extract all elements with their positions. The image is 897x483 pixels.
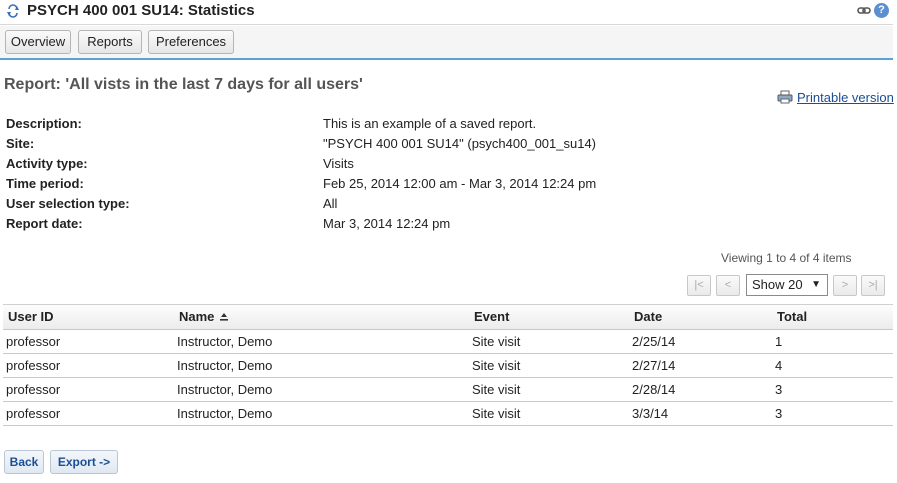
- info-label: Report date:: [6, 216, 83, 231]
- cell-total: 3: [775, 382, 783, 397]
- info-label: User selection type:: [6, 196, 130, 211]
- help-icon[interactable]: ?: [874, 3, 889, 18]
- column-header-name-label: Name: [179, 309, 215, 324]
- cell-user-id: professor: [6, 382, 61, 397]
- tool-title: PSYCH 400 001 SU14: Statistics: [27, 2, 255, 19]
- sort-ascending-icon: [220, 313, 229, 321]
- report-title: Report: 'All vists in the last 7 days fo…: [4, 76, 363, 93]
- printable-version-link[interactable]: Printable version: [777, 90, 894, 105]
- info-row-report-date: Report date: Mar 3, 2014 12:24 pm: [0, 216, 897, 236]
- page-size-value: Show 20: [752, 277, 803, 292]
- cell-date: 2/27/14: [632, 358, 676, 373]
- tool-nav-bar: Overview Reports Preferences: [0, 26, 893, 60]
- table-row: professor Instructor, Demo Site visit 2/…: [3, 354, 893, 378]
- cell-event: Site visit: [472, 382, 521, 397]
- printer-icon: [777, 90, 793, 104]
- info-value: This is an example of a saved report.: [323, 116, 537, 131]
- info-value: All: [323, 196, 338, 211]
- pager-viewing-text: Viewing 1 to 4 of 4 items: [721, 251, 852, 265]
- nav-overview-button[interactable]: Overview: [5, 30, 71, 54]
- info-label: Activity type:: [6, 156, 88, 171]
- cell-name: Instructor, Demo: [177, 358, 273, 373]
- cell-event: Site visit: [472, 358, 521, 373]
- info-row-description: Description: This is an example of a sav…: [0, 116, 897, 136]
- printable-version-label[interactable]: Printable version: [797, 90, 894, 105]
- cell-date: 2/25/14: [632, 334, 676, 349]
- info-value: Mar 3, 2014 12:24 pm: [323, 216, 451, 231]
- info-row-user-selection-type: User selection type: All: [0, 196, 897, 216]
- cell-user-id: professor: [6, 358, 61, 373]
- cell-date: 2/28/14: [632, 382, 676, 397]
- cell-total: 4: [775, 358, 783, 373]
- column-header-user-id[interactable]: User ID: [8, 309, 54, 324]
- chevron-down-icon: ▼: [811, 279, 821, 290]
- pager-prev-button[interactable]: <: [716, 275, 740, 296]
- table-row: professor Instructor, Demo Site visit 2/…: [3, 330, 893, 354]
- info-row-site: Site: "PSYCH 400 001 SU14" (psych400_001…: [0, 136, 897, 156]
- link-icon[interactable]: [857, 4, 871, 18]
- info-value: "PSYCH 400 001 SU14" (psych400_001_su14): [323, 136, 597, 151]
- cell-event: Site visit: [472, 406, 521, 421]
- statistics-tool-page: PSYCH 400 001 SU14: Statistics ? Overvie…: [0, 0, 897, 483]
- export-button[interactable]: Export ->: [50, 450, 118, 474]
- table-header-row: User ID Name Event Date Total: [3, 304, 893, 330]
- info-label: Time period:: [6, 176, 84, 191]
- cell-event: Site visit: [472, 334, 521, 349]
- cell-user-id: professor: [6, 334, 61, 349]
- info-label: Site:: [6, 136, 35, 151]
- page-size-select[interactable]: Show 20 ▼: [746, 274, 828, 296]
- info-value: Visits: [323, 156, 354, 171]
- cell-name: Instructor, Demo: [177, 334, 273, 349]
- table-row: professor Instructor, Demo Site visit 3/…: [3, 402, 893, 426]
- pager-next-button[interactable]: >: [833, 275, 857, 296]
- pager-last-button[interactable]: >|: [861, 275, 885, 296]
- column-header-date[interactable]: Date: [634, 309, 662, 324]
- report-data-table: User ID Name Event Date Total professor …: [3, 304, 893, 426]
- cell-name: Instructor, Demo: [177, 382, 273, 397]
- info-label: Description:: [6, 116, 82, 131]
- back-button[interactable]: Back: [4, 450, 44, 474]
- cell-total: 3: [775, 406, 783, 421]
- tool-title-bar: PSYCH 400 001 SU14: Statistics ?: [0, 0, 893, 25]
- column-header-name[interactable]: Name: [179, 309, 229, 324]
- nav-preferences-button[interactable]: Preferences: [148, 30, 234, 54]
- cell-user-id: professor: [6, 406, 61, 421]
- pager-first-button[interactable]: |<: [687, 275, 711, 296]
- column-header-total[interactable]: Total: [777, 309, 807, 324]
- reset-arrows-icon[interactable]: [6, 4, 20, 18]
- nav-reports-button[interactable]: Reports: [78, 30, 142, 54]
- cell-name: Instructor, Demo: [177, 406, 273, 421]
- table-row: professor Instructor, Demo Site visit 2/…: [3, 378, 893, 402]
- info-value: Feb 25, 2014 12:00 am - Mar 3, 2014 12:2…: [323, 176, 597, 191]
- cell-date: 3/3/14: [632, 406, 669, 421]
- column-header-event[interactable]: Event: [474, 309, 509, 324]
- info-row-activity-type: Activity type: Visits: [0, 156, 897, 176]
- cell-total: 1: [775, 334, 783, 349]
- info-row-time-period: Time period: Feb 25, 2014 12:00 am - Mar…: [0, 176, 897, 196]
